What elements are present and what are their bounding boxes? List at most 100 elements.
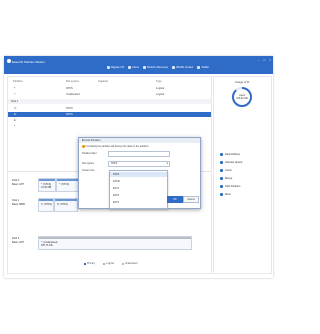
- cell-type: Logical: [156, 87, 165, 90]
- file-system-select[interactable]: NTFS ▾: [108, 161, 170, 167]
- col-file-system[interactable]: File system: [66, 80, 79, 83]
- partition-block[interactable]: D: (NTFS): [54, 198, 78, 212]
- legend-swatch: [84, 262, 86, 265]
- clone-icon: [220, 169, 223, 172]
- fs-option[interactable]: EXT3: [110, 193, 167, 198]
- op-clone[interactable]: Clone: [220, 169, 232, 172]
- op-merge[interactable]: Merge: [220, 177, 232, 180]
- fs-option-label: EXT4: [113, 201, 119, 204]
- col-capacity[interactable]: Capacity: [98, 80, 108, 83]
- table-row-selected[interactable]: D: NTFS: [8, 112, 211, 117]
- cell-partition: *:: [14, 93, 16, 96]
- partition-label-label: Partition label: [82, 152, 97, 155]
- fs-option[interactable]: FAT32: [110, 179, 167, 184]
- toolbar-label: Toolkit: [201, 66, 209, 69]
- usage-value: 415.33 GB: [236, 97, 248, 100]
- recovery-icon: [142, 66, 146, 69]
- partition-text: *: (NTFS) 16.00 MB: [41, 183, 52, 189]
- col-type[interactable]: Type: [156, 80, 162, 83]
- usage-text: Used 415.33 GB: [231, 94, 253, 100]
- cell-partition: Disk 1: [11, 100, 19, 103]
- table-row[interactable]: *: Unallocated Logical: [8, 92, 211, 97]
- legend-item: Logical: [103, 262, 114, 265]
- partition-block[interactable]: *: (Unallocated) 465.76 GB: [38, 236, 192, 250]
- side-panel: Usage of D: Used 415.33 GB Resize/Move A…: [213, 76, 272, 274]
- usage-title: Usage of D:: [235, 80, 250, 84]
- partition-text: *: (NTFS): [59, 183, 70, 186]
- cell-fs: Unallocated: [66, 93, 80, 96]
- fs-option-label: EXT2: [113, 187, 119, 190]
- cancel-button[interactable]: Cancel: [183, 196, 199, 203]
- fs-option-label: EXT3: [113, 194, 119, 197]
- app-logo: [7, 59, 11, 63]
- table-row[interactable]: *:: [8, 124, 211, 129]
- warning-text: Formatting the partition will destroy th…: [85, 145, 150, 148]
- toolbar-label: Migrate OS: [111, 66, 125, 69]
- cell-type: Logical: [156, 93, 165, 96]
- partition-block[interactable]: *: (NTFS) 16.00 MB: [38, 178, 56, 192]
- col-partition[interactable]: Partition: [13, 80, 23, 83]
- table-row[interactable]: C: NTFS: [8, 106, 211, 111]
- resize-icon: [220, 153, 223, 156]
- file-system-label: File system: [82, 162, 95, 165]
- disk-map-row[interactable]: Disk 2 Basic GPT *: (Unallocated) 465.76…: [10, 234, 209, 252]
- partition-text: D: (NTFS): [57, 203, 68, 206]
- cell-partition: D:: [14, 113, 17, 116]
- migrate-icon: [107, 66, 110, 69]
- cell-fs: NTFS: [66, 113, 73, 116]
- fs-option-label: FAT32: [113, 180, 120, 183]
- file-system-dropdown: NTFS FAT32 EXT2 EXT3 EXT4: [109, 170, 168, 209]
- op-label: Clone: [225, 169, 232, 172]
- merge-icon: [220, 177, 223, 180]
- maximize-button[interactable]: □: [263, 58, 265, 62]
- op-label: Allocate Space: [225, 161, 243, 164]
- legend: Primary Logical Unallocated: [84, 262, 137, 265]
- warning-message: Formatting the partition will destroy th…: [82, 145, 149, 148]
- legend-label: Primary: [87, 262, 96, 265]
- toolkit-button[interactable]: Toolkit: [197, 66, 209, 69]
- title-bar: EaseUS Partition Master – □ × Migrate OS…: [4, 56, 273, 74]
- op-label: Merge: [225, 177, 233, 180]
- cell-fs: NTFS: [66, 87, 73, 90]
- toolbar-label: Clone: [132, 66, 139, 69]
- op-resize-move[interactable]: Resize/Move: [220, 153, 240, 156]
- dialog-title-bar: Format Partition ×: [79, 138, 200, 143]
- table-row[interactable]: E:: [8, 118, 211, 123]
- cell-fs: NTFS: [66, 107, 73, 110]
- file-system-value: NTFS: [111, 162, 118, 165]
- op-more[interactable]: More: [220, 193, 231, 196]
- disk-label: Disk 1 Basic MBR: [12, 199, 25, 206]
- close-window-button[interactable]: ×: [269, 58, 271, 62]
- warning-icon: [82, 145, 85, 148]
- fs-option[interactable]: EXT2: [110, 186, 167, 191]
- app-title: EaseUS Partition Master: [12, 60, 45, 64]
- partition-label-input[interactable]: [108, 151, 170, 157]
- split-icon: [220, 185, 223, 188]
- winpe-creator-button[interactable]: WinPE Creator: [172, 66, 193, 69]
- clone-button[interactable]: Clone: [128, 66, 139, 69]
- partition-recovery-button[interactable]: Partition Recovery: [142, 66, 168, 69]
- legend-item: Unallocated: [121, 262, 137, 265]
- op-label: Resize/Move: [225, 153, 240, 156]
- partition-text: C: (NTFS): [41, 203, 52, 206]
- ok-button[interactable]: OK: [167, 196, 183, 203]
- op-label: Split Partition: [225, 185, 241, 188]
- partition-block[interactable]: C: (NTFS): [38, 198, 54, 212]
- close-icon[interactable]: ×: [82, 139, 198, 142]
- op-split[interactable]: Split Partition: [220, 185, 240, 188]
- format-dialog: Format Partition × Formatting the partit…: [78, 137, 201, 209]
- partition-text: *: (Unallocated) 465.76 GB: [41, 241, 58, 247]
- legend-item: Primary: [84, 262, 95, 265]
- table-row[interactable]: *: NTFS Logical: [8, 86, 211, 91]
- fs-option[interactable]: NTFS: [110, 172, 167, 177]
- op-allocate-space[interactable]: Allocate Space: [220, 161, 242, 164]
- partition-strip: [39, 179, 55, 181]
- migrate-os-button[interactable]: Migrate OS: [107, 66, 124, 69]
- minimize-button[interactable]: –: [258, 58, 260, 62]
- fs-option[interactable]: EXT4: [110, 200, 167, 205]
- disk-row[interactable]: Disk 1: [8, 99, 211, 104]
- partition-strip: [55, 199, 77, 201]
- table-header: Partition File system Capacity Type: [8, 79, 211, 84]
- cluster-size-label: Cluster size: [82, 169, 95, 172]
- toolbar: Migrate OS Clone Partition Recovery WinP…: [107, 66, 209, 69]
